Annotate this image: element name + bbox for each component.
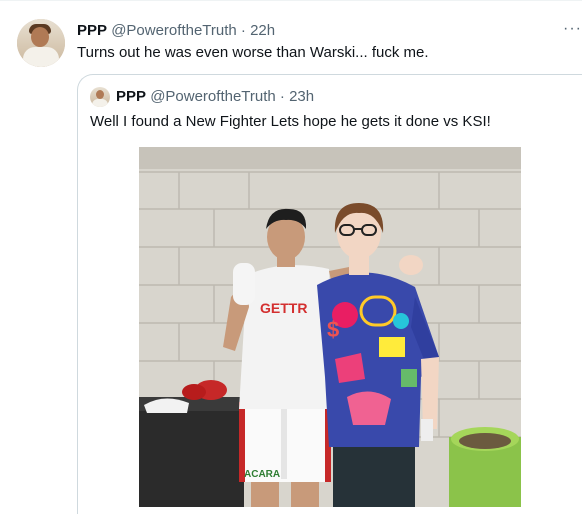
quoted-avatar [90,87,110,107]
more-options-icon[interactable]: ··· [563,21,582,37]
shirt-print: GETTR [260,300,307,316]
separator-dot: · [240,22,246,39]
quoted-user-handle: @PoweroftheTruth [150,88,276,105]
timestamp[interactable]: 22h [250,22,275,39]
svg-text:$: $ [327,317,339,342]
user-handle[interactable]: @PoweroftheTruth [111,22,237,39]
display-name[interactable]: PPP [77,22,107,39]
quoted-timestamp: 23h [289,88,315,105]
profile-avatar[interactable] [17,19,65,67]
photo-illustration: ACARA GETTR $ [139,147,521,507]
top-divider [0,0,582,1]
quoted-separator-dot: · [279,88,285,105]
tweet-text: Turns out he was even worse than Warski.… [77,44,429,61]
tweet-header: PPP @PoweroftheTruth · 22h [77,21,275,41]
shorts-print: ACARA [244,469,280,480]
quoted-tweet[interactable]: PPP @PoweroftheTruth · 23h Well I found … [77,74,582,514]
quoted-header: PPP @PoweroftheTruth · 23h [116,87,314,107]
quoted-photo[interactable]: ACARA GETTR $ [139,147,521,507]
quoted-tweet-text: Well I found a New Fighter Lets hope he … [90,113,491,130]
quoted-display-name: PPP [116,88,147,105]
